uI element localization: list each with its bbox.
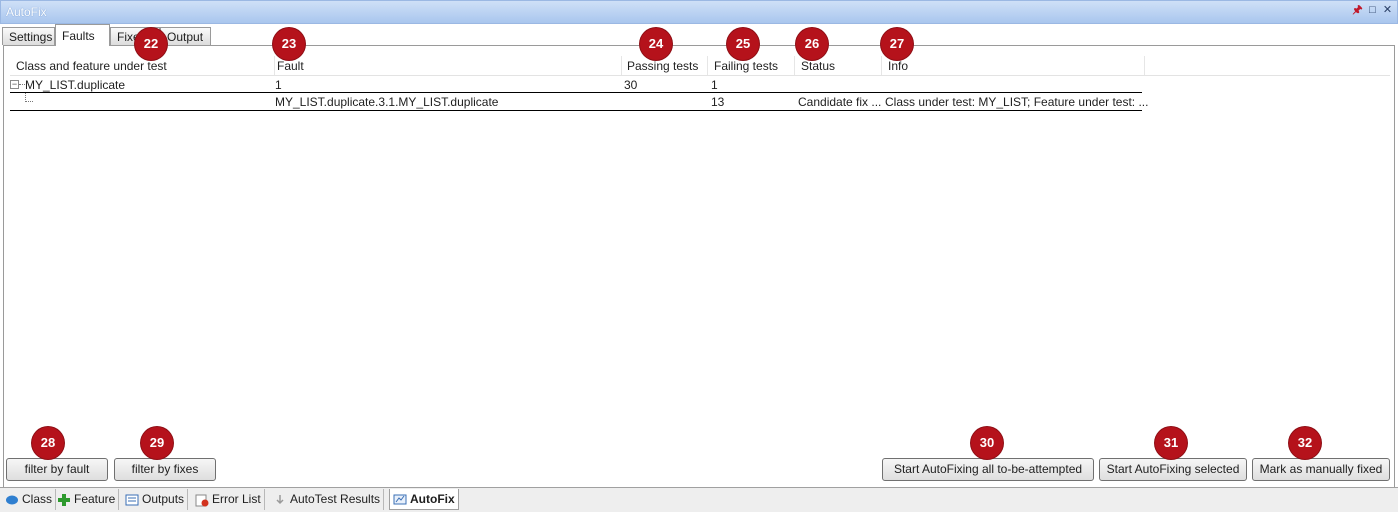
pin-icon[interactable]: 🖈 <box>1352 4 1363 17</box>
cell-status: Candidate fix ... <box>798 95 882 109</box>
autofix-icon <box>393 492 407 506</box>
bottom-tab-label: Class <box>22 492 53 506</box>
callout-badge: 30 <box>971 427 1003 459</box>
callout-badge: 31 <box>1155 427 1187 459</box>
class-icon <box>5 493 19 507</box>
cell-fault: 1 <box>275 78 282 92</box>
collapse-icon[interactable]: − <box>10 80 19 89</box>
callout-badge: 32 <box>1289 427 1321 459</box>
col-divider[interactable] <box>881 56 882 75</box>
col-divider[interactable] <box>621 56 622 75</box>
col-header-status[interactable]: Status <box>801 59 835 73</box>
close-icon[interactable]: ✕ <box>1382 4 1393 17</box>
col-divider[interactable] <box>707 56 708 75</box>
filter-by-fault-button[interactable]: filter by fault <box>6 458 108 481</box>
callout-badge: 28 <box>32 427 64 459</box>
col-divider[interactable] <box>274 56 275 75</box>
col-divider[interactable] <box>1144 56 1145 75</box>
cell-failing: 1 <box>711 78 718 92</box>
bottom-tab-bar: Class Feature Outputs Error List AutoTes… <box>0 487 1398 512</box>
title-bar: AutoFix 🖈 □ ✕ <box>0 0 1398 24</box>
bottom-tab-feature[interactable]: Feature <box>54 489 120 510</box>
outputs-icon <box>125 493 139 507</box>
callout-badge: 24 <box>640 28 672 60</box>
col-header-info[interactable]: Info <box>888 59 908 73</box>
tab-output[interactable]: Output <box>160 27 211 45</box>
error-list-icon <box>195 493 209 507</box>
faults-panel: Class and feature under test Fault Passi… <box>3 45 1395 488</box>
cell-info: Class under test: MY_LIST; Feature under… <box>885 95 1149 109</box>
callout-badge: 22 <box>135 28 167 60</box>
maximize-icon[interactable]: □ <box>1367 4 1378 17</box>
callout-badge: 23 <box>273 28 305 60</box>
bottom-tab-label: AutoFix <box>410 491 455 506</box>
tab-settings[interactable]: Settings <box>2 27 55 45</box>
col-header-failing[interactable]: Failing tests <box>714 59 778 73</box>
cell-failing: 13 <box>711 95 725 109</box>
callout-badge: 27 <box>881 28 913 60</box>
mark-manually-fixed-button[interactable]: Mark as manually fixed <box>1252 458 1390 481</box>
start-autofix-selected-button[interactable]: Start AutoFixing selected <box>1099 458 1247 481</box>
filter-by-fixes-button[interactable]: filter by fixes <box>114 458 216 481</box>
bottom-tab-label: Outputs <box>142 492 185 506</box>
tab-faults[interactable]: Faults <box>55 24 110 46</box>
bottom-tab-class[interactable]: Class <box>2 489 57 510</box>
col-header-passing[interactable]: Passing tests <box>627 59 698 73</box>
tree-connector <box>25 93 33 102</box>
col-header-fault[interactable]: Fault <box>277 59 304 73</box>
window-controls: 🖈 □ ✕ <box>1352 4 1393 17</box>
tab-bar: Settings Faults Fixes Output <box>0 24 1398 46</box>
bottom-tab-label: Error List <box>212 492 261 506</box>
bottom-tab-autotest-results[interactable]: AutoTest Results <box>270 489 385 510</box>
window-title: AutoFix <box>6 5 47 19</box>
cell-passing: 30 <box>624 78 638 92</box>
bottom-tab-autofix[interactable]: AutoFix <box>389 489 459 510</box>
bottom-tab-label: Feature <box>74 492 116 506</box>
bottom-tab-error-list[interactable]: Error List <box>192 489 265 510</box>
start-autofix-all-button[interactable]: Start AutoFixing all to-be-attempted <box>882 458 1094 481</box>
col-header-class-feature[interactable]: Class and feature under test <box>16 59 167 73</box>
callout-badge: 26 <box>796 28 828 60</box>
cell-fault: MY_LIST.duplicate.3.1.MY_LIST.duplicate <box>275 95 499 109</box>
bottom-tab-label: AutoTest Results <box>290 492 381 506</box>
grid-header: Class and feature under test Fault Passi… <box>10 56 1390 76</box>
autotest-icon <box>273 493 287 507</box>
feature-icon <box>57 493 71 507</box>
col-divider[interactable] <box>794 56 795 75</box>
table-row[interactable]: − MY_LIST.duplicate 1 30 1 <box>10 76 1142 93</box>
cell-class-feature: MY_LIST.duplicate <box>25 78 126 92</box>
bottom-tab-outputs[interactable]: Outputs <box>122 489 189 510</box>
callout-badge: 29 <box>141 427 173 459</box>
table-row[interactable]: MY_LIST.duplicate.3.1.MY_LIST.duplicate … <box>10 92 1148 111</box>
callout-badge: 25 <box>727 28 759 60</box>
